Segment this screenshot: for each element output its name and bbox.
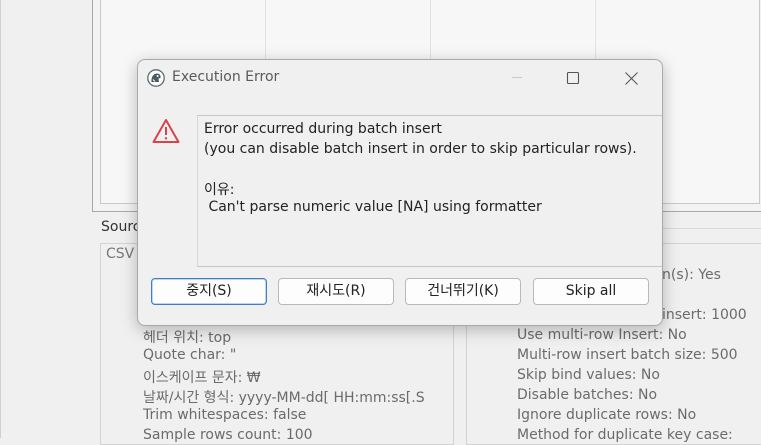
setting-datetime-format: 날짜/시간 형식: yyyy-MM-dd[ HH:mm:ss[.S xyxy=(143,390,425,406)
dialog-content: Error occurred during batch insert (you … xyxy=(138,96,662,268)
error-message-line: Error occurred during batch insert xyxy=(204,121,442,137)
window-edge xyxy=(0,0,1,438)
csv-label: CSV xyxy=(106,246,135,262)
maximize-icon[interactable] xyxy=(548,60,594,96)
setting-trim-whitespaces: Trim whitespaces: false xyxy=(143,407,307,423)
minimize-icon[interactable] xyxy=(494,60,540,96)
setting-skip-bind: Skip bind values: No xyxy=(517,367,660,383)
app-logo-icon xyxy=(147,69,165,87)
error-message-hint: (you can disable batch insert in order t… xyxy=(204,141,637,157)
dialog-titlebar[interactable]: Execution Error xyxy=(138,60,662,96)
stop-button[interactable]: 중지(S) xyxy=(151,278,267,305)
setting-duplicate-key-method: Method for duplicate key case: xyxy=(517,427,733,443)
setting-batch-size: Multi-row insert batch size: 500 xyxy=(517,347,738,363)
skip-button[interactable]: 건너뛰기(K) xyxy=(405,278,521,305)
retry-button[interactable]: 재시도(R) xyxy=(278,278,394,305)
setting-partial-1: n(s): Yes xyxy=(662,267,721,283)
error-reason-label: 이유: xyxy=(204,182,235,198)
skip-all-button[interactable]: Skip all xyxy=(533,278,649,305)
setting-ignore-duplicates: Ignore duplicate rows: No xyxy=(517,407,697,423)
setting-disable-batches: Disable batches: No xyxy=(517,387,658,403)
warning-triangle-icon xyxy=(152,119,180,143)
setting-multi-row-insert: Use multi-row Insert: No xyxy=(517,327,687,343)
setting-quote-char: Quote char: " xyxy=(143,347,237,363)
error-message-box[interactable]: Error occurred during batch insert (you … xyxy=(197,115,662,267)
close-icon[interactable] xyxy=(608,60,654,96)
dialog-title: Execution Error xyxy=(172,69,280,85)
setting-sample-rows: Sample rows count: 100 xyxy=(143,427,313,443)
execution-error-dialog: Execution Error Error occurred during ba… xyxy=(137,59,663,326)
error-reason-text: Can't parse numeric value [NA] using for… xyxy=(204,199,542,215)
setting-escape-char: 이스케이프 문자: ₩ xyxy=(143,370,261,386)
setting-partial-2: insert: 1000 xyxy=(662,307,747,323)
setting-header-position: 헤더 위치: top xyxy=(143,330,232,346)
source-section-label: Sourc xyxy=(101,219,141,235)
